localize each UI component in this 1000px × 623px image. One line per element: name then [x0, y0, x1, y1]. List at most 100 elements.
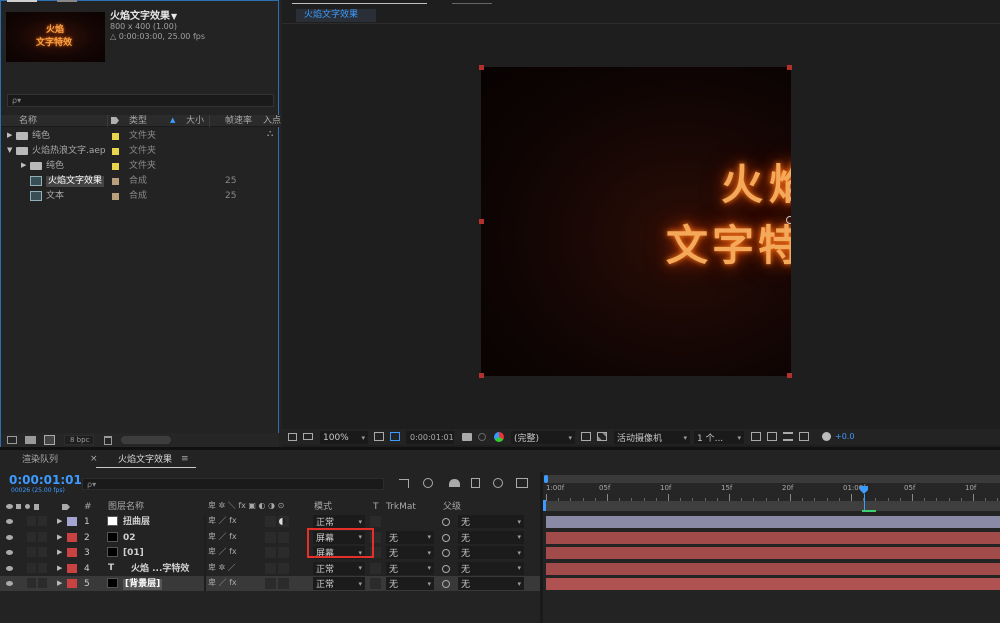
- layer-name[interactable]: 扭曲层: [123, 518, 150, 527]
- resolution-select[interactable]: (完整) ▾: [511, 431, 575, 444]
- col-in[interactable]: 入点: [263, 117, 281, 126]
- blend-mode-select[interactable]: 正常 ▾: [313, 515, 365, 528]
- layer-row[interactable]: ▶ 5 [背景层] 卑 ／ fx 正常 ▾ 无 ▾ 无 ▾: [0, 576, 540, 591]
- expand-arrow-icon[interactable]: ▶: [21, 162, 26, 169]
- time-navigator[interactable]: [544, 475, 1000, 483]
- col-parent[interactable]: 父级: [443, 503, 461, 512]
- camera-select[interactable]: 活动摄像机 ▾: [614, 431, 690, 444]
- anchor-point-icon[interactable]: [786, 216, 791, 224]
- trkmat-select[interactable]: 无 ▾: [386, 561, 434, 575]
- draft-3d-icon[interactable]: [423, 478, 433, 488]
- motion-blur-icon[interactable]: [493, 478, 503, 488]
- layer-switches[interactable]: 卑 ✲ ／: [208, 563, 236, 572]
- close-icon[interactable]: ×: [90, 455, 98, 464]
- switch-slot[interactable]: [38, 547, 47, 557]
- layer-row[interactable]: ▶ 2 02 卑 ／ fx 屏幕 ▾ 无 ▾ 无 ▾: [0, 529, 540, 545]
- fit-icon[interactable]: [374, 432, 384, 441]
- views-select[interactable]: 1 个... ▾: [694, 431, 744, 444]
- new-comp-icon[interactable]: [44, 435, 55, 445]
- color-channel-icon[interactable]: [494, 432, 504, 442]
- switch-box[interactable]: [278, 547, 289, 558]
- switch-box[interactable]: [265, 547, 276, 558]
- pick-whip-icon[interactable]: [442, 580, 450, 588]
- preserve-transparency-box[interactable]: [370, 578, 381, 589]
- expand-arrow-icon[interactable]: ▶: [57, 580, 62, 587]
- timeline-search-input[interactable]: ρ▾: [82, 478, 384, 490]
- label-color-swatch[interactable]: [112, 148, 119, 155]
- camera-snapshot-icon[interactable]: [462, 433, 472, 441]
- layer-switches[interactable]: 卑 ／ fx: [208, 579, 237, 587]
- project-scrollbar[interactable]: [121, 436, 171, 444]
- tab-render-queue[interactable]: 渲染队列: [22, 456, 58, 465]
- eye-icon[interactable]: [6, 534, 13, 540]
- layer-row[interactable]: ▶ 4 T 火焰 ...字特效 卑 ✲ ／ 正常 ▾ 无 ▾ 无 ▾: [0, 560, 540, 576]
- exposure-value[interactable]: +0.0: [835, 433, 854, 441]
- switch-slot[interactable]: [27, 516, 36, 526]
- region-of-interest-icon[interactable]: [390, 432, 400, 441]
- layer-label-swatch[interactable]: [67, 532, 77, 542]
- col-size[interactable]: 大小: [186, 117, 204, 126]
- expand-arrow-icon[interactable]: ▶: [57, 549, 62, 556]
- switch-slot[interactable]: [27, 531, 36, 542]
- fast-preview-icon[interactable]: [799, 432, 809, 441]
- trash-icon[interactable]: [104, 436, 112, 445]
- layer-duration-bar[interactable]: [546, 562, 1000, 575]
- col-mode[interactable]: 模式: [314, 503, 332, 512]
- preserve-transparency-box[interactable]: [370, 562, 381, 574]
- layer-label-swatch[interactable]: [67, 548, 77, 557]
- transform-handle[interactable]: [787, 373, 792, 378]
- switch-slot[interactable]: [27, 547, 36, 557]
- time-ruler[interactable]: 1:00f 05f 10f 15f 20f 01:00f 05f 10f: [544, 483, 1000, 501]
- project-item[interactable]: 火焰文字效果 合成 25: [1, 174, 279, 188]
- expand-arrow-icon[interactable]: ▼: [7, 147, 12, 154]
- switch-slot[interactable]: [27, 578, 36, 588]
- project-search-input[interactable]: ρ▾: [7, 94, 274, 107]
- graph-editor-icon[interactable]: [516, 478, 528, 488]
- trkmat-select[interactable]: 无 ▾: [386, 530, 434, 544]
- pick-whip-icon[interactable]: [442, 549, 450, 557]
- parent-select[interactable]: 无 ▾: [458, 561, 524, 575]
- layer-name[interactable]: 火焰 ...字特效: [131, 564, 189, 574]
- blend-mode-select[interactable]: 正常 ▾: [313, 561, 365, 575]
- comp-name-dropdown[interactable]: ▼: [171, 13, 177, 21]
- show-snapshot-icon[interactable]: [478, 433, 486, 441]
- parent-select[interactable]: 无 ▾: [458, 530, 524, 544]
- layer-name[interactable]: 02: [123, 533, 136, 543]
- frame-blending-icon[interactable]: [471, 478, 480, 488]
- comp-canvas[interactable]: 火焰 文字特效: [481, 67, 791, 376]
- layer-duration-bar[interactable]: [546, 578, 1000, 590]
- reset-exposure-icon[interactable]: [822, 432, 831, 441]
- tab-timeline-comp[interactable]: 火焰文字效果: [118, 456, 172, 465]
- switch-box[interactable]: [265, 562, 276, 574]
- layer-row[interactable]: ▶ 3 [01] 卑 ／ fx 屏幕 ▾ 无 ▾ 无 ▾: [0, 545, 540, 560]
- trkmat-select[interactable]: 无 ▾: [386, 546, 434, 559]
- expand-arrow-icon[interactable]: ▶: [57, 518, 62, 525]
- transform-handle[interactable]: [479, 65, 484, 70]
- layer-switches[interactable]: 卑 ／ fx: [208, 548, 237, 556]
- label-color-swatch[interactable]: [112, 193, 119, 200]
- label-color-swatch[interactable]: [112, 133, 119, 140]
- layer-duration-bar[interactable]: [546, 516, 1000, 528]
- switch-box[interactable]: [278, 531, 289, 543]
- panel-menu-icon[interactable]: ≡: [181, 455, 189, 464]
- layer-label-swatch[interactable]: [67, 517, 77, 526]
- blend-mode-select[interactable]: 正常 ▾: [313, 577, 365, 590]
- 3d-view-icon[interactable]: [767, 432, 777, 441]
- eye-icon[interactable]: [6, 581, 13, 586]
- expand-arrow-icon[interactable]: ▶: [7, 132, 12, 139]
- switch-box[interactable]: [265, 516, 276, 527]
- switch-slot[interactable]: [38, 531, 47, 542]
- col-trkmat[interactable]: TrkMat: [386, 503, 416, 512]
- transform-handle[interactable]: [479, 373, 484, 378]
- preserve-transparency-box[interactable]: [370, 516, 381, 527]
- new-folder-icon[interactable]: [25, 436, 36, 444]
- timeline-divider[interactable]: [540, 472, 543, 623]
- layer-duration-bar[interactable]: [546, 531, 1000, 544]
- col-layer-name[interactable]: 图层名称: [108, 503, 144, 512]
- bpc-label[interactable]: 8 bpc: [70, 437, 89, 444]
- transform-handle[interactable]: [479, 219, 484, 224]
- interpret-footage-icon[interactable]: [7, 436, 17, 444]
- monitor-icon[interactable]: [303, 433, 313, 440]
- layer-switches[interactable]: 卑 ／ fx: [208, 532, 237, 541]
- switch-slot[interactable]: [38, 578, 47, 588]
